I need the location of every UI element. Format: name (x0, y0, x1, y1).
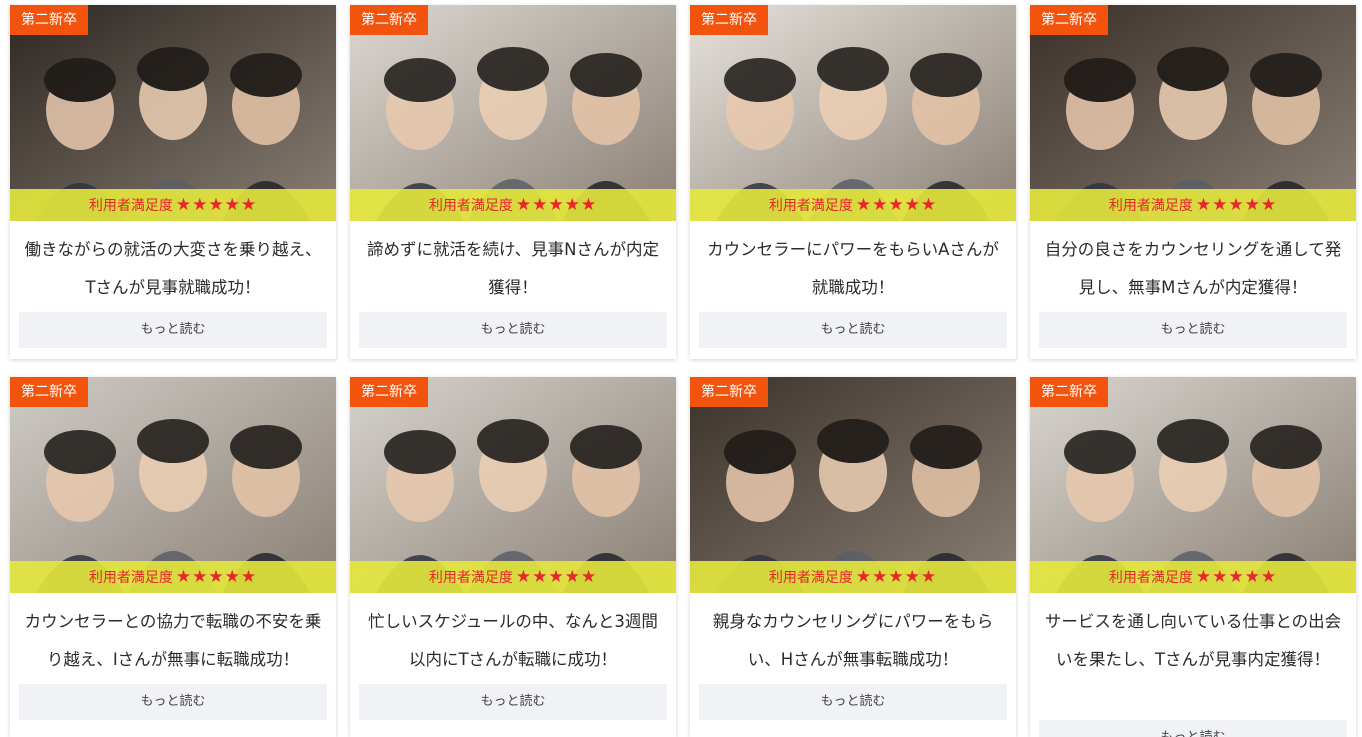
read-more-button[interactable]: もっと読む (699, 312, 1007, 348)
rating-label: 利用者満足度 (88, 198, 173, 214)
case-photo[interactable]: 第二新卒 利用者満足度 ★★★★★ (1030, 377, 1356, 593)
read-more-button[interactable]: もっと読む (359, 312, 667, 348)
case-title[interactable]: 忙しいスケジュールの中、なんと3週間以内にTさんが転職に成功！ (350, 603, 676, 679)
rating-label: 利用者満足度 (1108, 570, 1193, 586)
case-title[interactable]: 自分の良さをカウンセリングを通して発見し、無事Mさんが内定獲得！ (1030, 231, 1356, 307)
case-photo[interactable]: 第二新卒 利用者満足度 ★★★★★ (350, 377, 676, 593)
star-rating-icon: ★★★★★ (1195, 195, 1278, 215)
read-more-button[interactable]: もっと読む (19, 312, 327, 348)
satisfaction-rating: 利用者満足度 ★★★★★ (690, 189, 1016, 221)
category-badge: 第二新卒 (690, 5, 768, 35)
case-card[interactable]: 第二新卒 利用者満足度 ★★★★★ カウンセラーとの協力で転職の不安を乗り越え、I… (10, 377, 336, 737)
category-badge: 第二新卒 (350, 377, 428, 407)
rating-label: 利用者満足度 (1108, 198, 1193, 214)
case-title[interactable]: 親身なカウンセリングにパワーをもらい、Hさんが無事転職成功！ (690, 603, 1016, 679)
rating-label: 利用者満足度 (768, 570, 853, 586)
rating-label: 利用者満足度 (768, 198, 853, 214)
read-more-button[interactable]: もっと読む (699, 684, 1007, 720)
satisfaction-rating: 利用者満足度 ★★★★★ (350, 561, 676, 593)
category-badge: 第二新卒 (1030, 5, 1108, 35)
read-more-button[interactable]: もっと読む (1039, 720, 1347, 737)
satisfaction-rating: 利用者満足度 ★★★★★ (10, 561, 336, 593)
star-rating-icon: ★★★★★ (515, 195, 598, 215)
star-rating-icon: ★★★★★ (855, 567, 938, 587)
star-rating-icon: ★★★★★ (855, 195, 938, 215)
case-card[interactable]: 第二新卒 利用者満足度 ★★★★★ 自分の良さをカウンセリングを通して発見し、無事… (1030, 5, 1356, 359)
case-title[interactable]: カウンセラーとの協力で転職の不安を乗り越え、Iさんが無事に転職成功！ (10, 603, 336, 679)
rating-label: 利用者満足度 (88, 570, 173, 586)
star-rating-icon: ★★★★★ (1195, 567, 1278, 587)
case-title[interactable]: 諦めずに就活を続け、見事Nさんが内定獲得！ (350, 231, 676, 307)
case-photo[interactable]: 第二新卒 利用者満足度 ★★★★★ (10, 377, 336, 593)
star-rating-icon: ★★★★★ (515, 567, 598, 587)
category-badge: 第二新卒 (1030, 377, 1108, 407)
case-photo[interactable]: 第二新卒 利用者満足度 ★★★★★ (350, 5, 676, 221)
case-card[interactable]: 第二新卒 利用者満足度 ★★★★★ 忙しいスケジュールの中、なんと3週間以内にTさ… (350, 377, 676, 737)
rating-label: 利用者満足度 (428, 198, 513, 214)
star-rating-icon: ★★★★★ (175, 195, 258, 215)
case-photo[interactable]: 第二新卒 利用者満足度 ★★★★★ (690, 377, 1016, 593)
case-title[interactable]: カウンセラーにパワーをもらいAさんが就職成功！ (690, 231, 1016, 307)
case-title[interactable]: サービスを通し向いている仕事との出会いを果たし、Tさんが見事内定獲得！ (1030, 603, 1356, 679)
satisfaction-rating: 利用者満足度 ★★★★★ (350, 189, 676, 221)
read-more-button[interactable]: もっと読む (19, 684, 327, 720)
category-badge: 第二新卒 (690, 377, 768, 407)
star-rating-icon: ★★★★★ (175, 567, 258, 587)
satisfaction-rating: 利用者満足度 ★★★★★ (1030, 189, 1356, 221)
satisfaction-rating: 利用者満足度 ★★★★★ (1030, 561, 1356, 593)
case-photo[interactable]: 第二新卒 利用者満足度 ★★★★★ (1030, 5, 1356, 221)
read-more-button[interactable]: もっと読む (359, 684, 667, 720)
category-badge: 第二新卒 (10, 377, 88, 407)
case-title[interactable]: 働きながらの就活の大変さを乗り越え、Tさんが見事就職成功！ (10, 231, 336, 307)
category-badge: 第二新卒 (350, 5, 428, 35)
satisfaction-rating: 利用者満足度 ★★★★★ (10, 189, 336, 221)
satisfaction-rating: 利用者満足度 ★★★★★ (690, 561, 1016, 593)
case-photo[interactable]: 第二新卒 利用者満足度 ★★★★★ (690, 5, 1016, 221)
category-badge: 第二新卒 (10, 5, 88, 35)
read-more-button[interactable]: もっと読む (1039, 312, 1347, 348)
case-card[interactable]: 第二新卒 利用者満足度 ★★★★★ 働きながらの就活の大変さを乗り越え、Tさんが見… (10, 5, 336, 359)
case-card[interactable]: 第二新卒 利用者満足度 ★★★★★ 諦めずに就活を続け、見事Nさんが内定獲得！ も… (350, 5, 676, 359)
case-card[interactable]: 第二新卒 利用者満足度 ★★★★★ 親身なカウンセリングにパワーをもらい、Hさんが… (690, 377, 1016, 737)
case-card[interactable]: 第二新卒 利用者満足度 ★★★★★ サービスを通し向いている仕事との出会いを果たし… (1030, 377, 1356, 737)
rating-label: 利用者満足度 (428, 570, 513, 586)
case-study-grid: 第二新卒 利用者満足度 ★★★★★ 働きながらの就活の大変さを乗り越え、Tさんが見… (0, 0, 1362, 737)
case-photo[interactable]: 第二新卒 利用者満足度 ★★★★★ (10, 5, 336, 221)
case-card[interactable]: 第二新卒 利用者満足度 ★★★★★ カウンセラーにパワーをもらいAさんが就職成功！… (690, 5, 1016, 359)
